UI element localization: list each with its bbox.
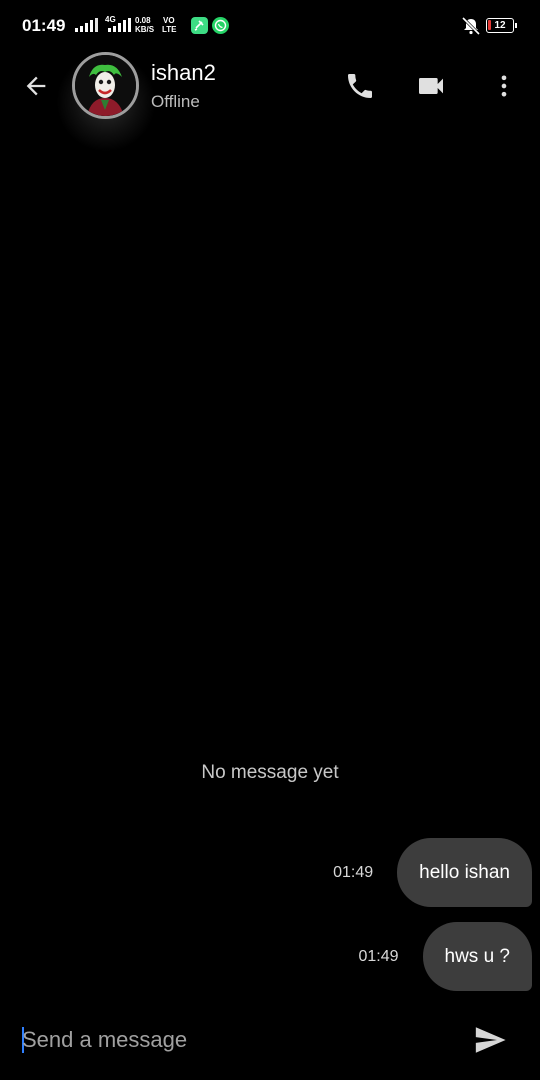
volte-top: VO [163, 16, 175, 25]
network-speed-unit: KB/S [135, 25, 155, 34]
back-button[interactable] [18, 68, 54, 104]
app-notification-icon [191, 17, 208, 34]
whatsapp-icon [212, 17, 229, 34]
contact-name[interactable]: ishan2 [151, 60, 216, 86]
message-input[interactable] [22, 1019, 442, 1061]
video-camera-icon [419, 78, 443, 94]
voice-call-button[interactable] [340, 66, 380, 106]
video-call-button[interactable] [411, 66, 451, 106]
avatar[interactable] [72, 52, 139, 119]
status-bar: 01:49 4G 0.08 KB/S VO LTE 12 [0, 0, 540, 52]
send-button[interactable] [468, 1020, 512, 1060]
back-arrow-icon [26, 76, 46, 96]
phone-icon [348, 74, 372, 98]
mute-icon [460, 16, 482, 41]
network-speed-value: 0.08 [135, 16, 151, 25]
signal-4g-icon [108, 18, 131, 32]
status-time: 01:49 [22, 16, 66, 35]
signal-icon [75, 18, 98, 32]
message-time: 01:49 [333, 863, 374, 881]
more-vert-icon [501, 75, 507, 97]
send-icon [475, 1027, 506, 1053]
message-row: 01:49 hello ishan [333, 838, 532, 907]
message-bubble[interactable]: hws u ? [422, 922, 532, 991]
battery-level: 12 [494, 20, 506, 31]
message-row: 01:49 hws u ? [358, 922, 532, 991]
message-composer [0, 1005, 540, 1075]
empty-state-text: No message yet [201, 762, 339, 783]
volte-bottom: LTE [162, 25, 177, 34]
chat-header: ishan2 Offline [0, 52, 540, 152]
more-options-button[interactable] [484, 66, 524, 106]
battery-icon: 12 [486, 18, 517, 33]
message-bubble[interactable]: hello ishan [397, 838, 532, 907]
contact-status: Offline [151, 92, 200, 111]
message-time: 01:49 [358, 947, 399, 965]
